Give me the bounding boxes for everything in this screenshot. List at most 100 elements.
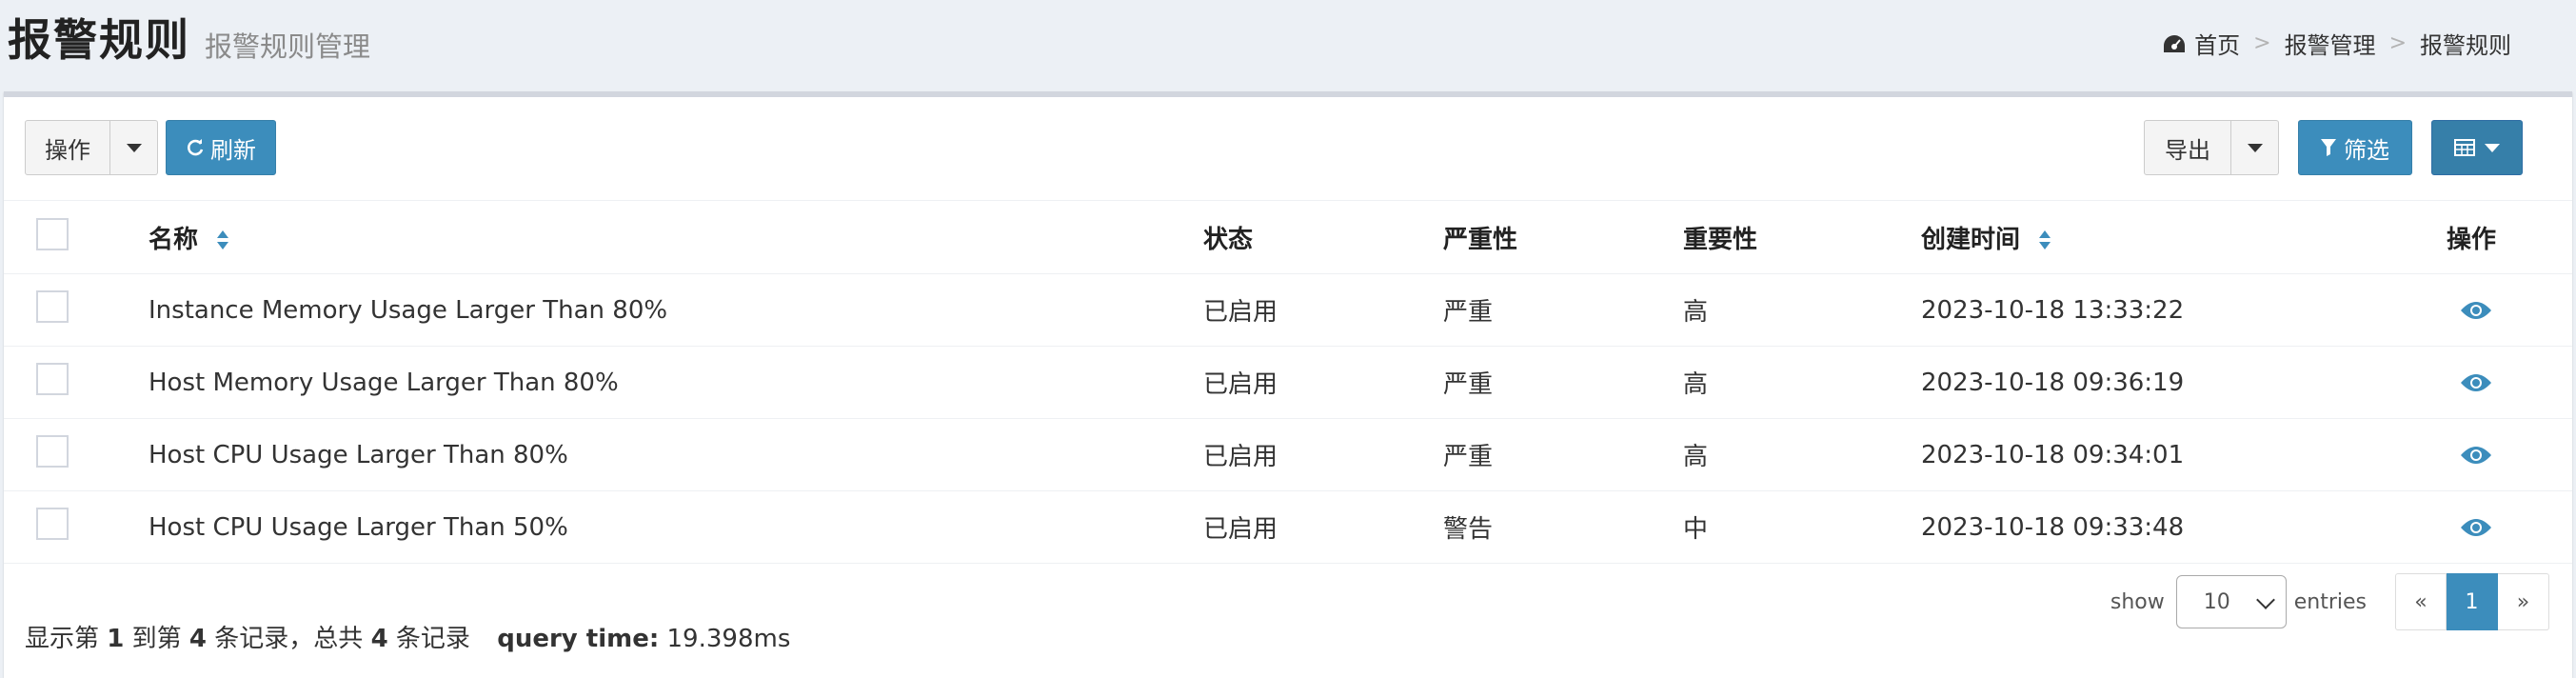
table-columns-icon <box>2454 139 2475 156</box>
breadcrumb-current: 报警规则 <box>2420 32 2511 59</box>
row-checkbox[interactable] <box>36 363 69 395</box>
actions-dropdown: 操作 <box>25 120 158 175</box>
view-eye-icon[interactable] <box>2460 517 2492 538</box>
page-subtitle: 报警规则管理 <box>205 30 371 63</box>
rule-importance: 中 <box>1683 490 1921 564</box>
export-dropdown: 导出 <box>2144 120 2279 175</box>
actions-button[interactable]: 操作 <box>25 120 110 175</box>
summary-total: 4 <box>370 625 388 653</box>
chevron-down-icon <box>2255 590 2275 609</box>
table-row: Host Memory Usage Larger Than 80% 已启用 严重… <box>4 346 2572 419</box>
page-size-value: 10 <box>2203 589 2230 614</box>
rule-created: 2023-10-18 09:33:48 <box>1921 490 2447 564</box>
caret-down-icon <box>2485 143 2500 152</box>
filter-button[interactable]: 筛选 <box>2298 120 2412 175</box>
breadcrumb-home-label: 首页 <box>2194 32 2241 59</box>
rules-table: 名称 状态 严重性 重要性 创建时间 操作 Instance Memory Us… <box>4 200 2572 564</box>
column-created-label: 创建时间 <box>1921 225 2021 254</box>
toolbar-right: 导出 筛选 <box>2144 120 2523 175</box>
toolbar-left: 操作 刷新 <box>25 120 276 175</box>
export-button[interactable]: 导出 <box>2144 120 2231 175</box>
summary-suffix: 条记录 <box>395 625 470 653</box>
rule-status: 已启用 <box>1203 273 1443 347</box>
table-row: Host CPU Usage Larger Than 80% 已启用 严重 高 … <box>4 418 2572 491</box>
column-name[interactable]: 名称 <box>149 200 1203 274</box>
rule-severity: 严重 <box>1443 418 1683 491</box>
row-select-cell <box>4 346 149 419</box>
sort-icon <box>217 230 229 249</box>
table-row: Host CPU Usage Larger Than 50% 已启用 警告 中 … <box>4 490 2572 564</box>
entries-label: entries <box>2293 589 2367 614</box>
rule-created: 2023-10-18 13:33:22 <box>1921 273 2447 347</box>
summary-from: 1 <box>107 625 125 653</box>
rule-severity: 严重 <box>1443 273 1683 347</box>
summary-records-label: 条记录，总共 <box>214 625 364 653</box>
rule-status: 已启用 <box>1203 346 1443 419</box>
caret-down-icon <box>126 143 142 152</box>
rule-importance: 高 <box>1683 346 1921 419</box>
rule-status: 已启用 <box>1203 418 1443 491</box>
row-actions-cell <box>2447 346 2572 419</box>
breadcrumb-alarm-management[interactable]: 报警管理 <box>2285 27 2376 60</box>
row-select-cell <box>4 490 149 564</box>
column-actions: 操作 <box>2447 200 2572 274</box>
view-eye-icon[interactable] <box>2460 300 2492 321</box>
prev-page-button[interactable]: « <box>2395 573 2447 630</box>
filter-icon <box>2321 139 2336 156</box>
rule-severity: 警告 <box>1443 490 1683 564</box>
row-checkbox[interactable] <box>36 435 69 468</box>
page-size-select[interactable]: 10 <box>2175 575 2287 628</box>
summary-to: 4 <box>188 625 208 653</box>
refresh-icon <box>188 139 204 156</box>
rule-name: Host CPU Usage Larger Than 50% <box>149 490 1203 564</box>
rule-created: 2023-10-18 09:34:01 <box>1921 418 2447 491</box>
filter-label: 筛选 <box>2344 136 2389 164</box>
refresh-label: 刷新 <box>210 136 256 164</box>
table-header-row: 名称 状态 严重性 重要性 创建时间 操作 <box>4 200 2572 274</box>
refresh-button[interactable]: 刷新 <box>166 120 276 175</box>
rule-name: Host Memory Usage Larger Than 80% <box>149 346 1203 419</box>
rule-severity: 严重 <box>1443 346 1683 419</box>
table-row: Instance Memory Usage Larger Than 80% 已启… <box>4 273 2572 347</box>
rules-panel: 操作 刷新 导出 筛选 名称 状态 严重性 重要性 创建时间 操作 Instan… <box>4 91 2572 678</box>
rule-importance: 高 <box>1683 418 1921 491</box>
page-title: 报警规则 <box>8 14 190 66</box>
breadcrumb-separator: > <box>2388 31 2407 55</box>
caret-down-icon <box>2247 143 2263 152</box>
breadcrumb-separator: > <box>2253 31 2271 55</box>
query-time-value: 19.398ms <box>666 625 791 653</box>
row-checkbox[interactable] <box>36 508 69 540</box>
breadcrumb-home[interactable]: 首页 <box>2162 27 2240 60</box>
row-select-cell <box>4 418 149 491</box>
view-eye-icon[interactable] <box>2460 445 2492 466</box>
show-label: show <box>2110 589 2165 614</box>
actions-dropdown-toggle[interactable] <box>110 120 158 175</box>
summary-to-label: 到第 <box>131 625 182 653</box>
records-summary: 显示第 1 到第 4 条记录，总共 4 条记录 query time: 19.3… <box>25 619 790 654</box>
column-name-label: 名称 <box>149 225 199 254</box>
dashboard-icon <box>2164 34 2186 52</box>
query-time-label: query time: <box>497 625 660 653</box>
rule-name: Instance Memory Usage Larger Than 80% <box>149 273 1203 347</box>
row-select-cell <box>4 273 149 347</box>
rule-status: 已启用 <box>1203 490 1443 564</box>
select-all-cell <box>4 200 149 274</box>
rule-importance: 高 <box>1683 273 1921 347</box>
row-actions-cell <box>2447 273 2572 347</box>
column-created[interactable]: 创建时间 <box>1921 200 2447 274</box>
row-actions-cell <box>2447 418 2572 491</box>
breadcrumb: 首页 > 报警管理 > 报警规则 <box>2162 27 2511 60</box>
select-all-checkbox[interactable] <box>36 217 69 250</box>
row-actions-cell <box>2447 490 2572 564</box>
page-buttons: « 1 » <box>2395 573 2549 630</box>
export-dropdown-toggle[interactable] <box>2231 120 2279 175</box>
pagination: show 10 entries « 1 » <box>2110 573 2549 630</box>
column-severity: 严重性 <box>1443 200 1683 274</box>
row-checkbox[interactable] <box>36 290 69 323</box>
query-time: query time: 19.398ms <box>497 625 790 653</box>
next-page-button[interactable]: » <box>2498 573 2549 630</box>
column-importance: 重要性 <box>1683 200 1921 274</box>
page-1-button[interactable]: 1 <box>2447 573 2498 630</box>
columns-toggle-button[interactable] <box>2431 120 2523 175</box>
view-eye-icon[interactable] <box>2460 372 2492 393</box>
